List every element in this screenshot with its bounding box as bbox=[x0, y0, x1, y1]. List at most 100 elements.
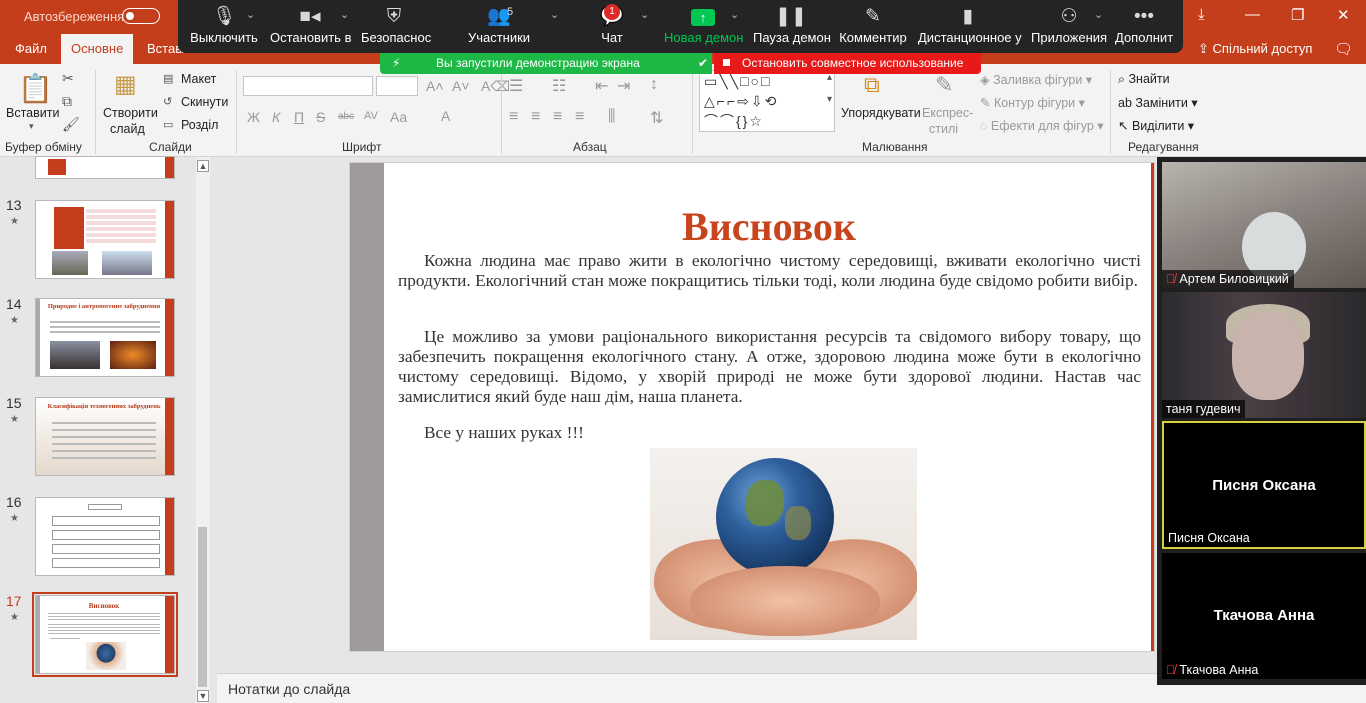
slide-title[interactable]: Висновок bbox=[384, 203, 1154, 250]
shadow-button[interactable]: S bbox=[316, 109, 325, 125]
slide-number: 16 bbox=[6, 494, 22, 510]
quick-styles-button-line2[interactable]: стилі bbox=[929, 122, 958, 136]
paste-button[interactable]: Вставити bbox=[6, 106, 59, 120]
slide-paragraph-3[interactable]: Все у наших руках !!! bbox=[398, 423, 1141, 443]
replace-button[interactable]: ab Замінити ▾ bbox=[1118, 95, 1198, 110]
bold-button[interactable]: Ж bbox=[247, 109, 260, 125]
restore-icon[interactable]: ❐ bbox=[1291, 6, 1304, 24]
participant-tile[interactable]: таня гудевич bbox=[1162, 292, 1366, 418]
security-button[interactable]: ⛨ Безопаснос bbox=[361, 4, 431, 50]
pause-share-button[interactable]: ❚❚ Пауза демон bbox=[753, 4, 831, 50]
stop-share-button[interactable]: Остановить совместное использование bbox=[714, 53, 981, 74]
scrollbar-thumb[interactable] bbox=[198, 527, 207, 687]
more-button[interactable]: ••• Дополнит bbox=[1115, 4, 1173, 50]
participant-tile-active-speaker[interactable]: Писня Оксана Писня Оксана bbox=[1162, 421, 1366, 549]
reset-button[interactable]: Скинути bbox=[181, 95, 228, 109]
outdent-icon[interactable]: ⇥ bbox=[617, 76, 630, 96]
tab-file[interactable]: Файл bbox=[15, 41, 47, 56]
copy-icon[interactable]: ⧉ bbox=[62, 93, 72, 110]
autosave-toggle[interactable] bbox=[122, 8, 160, 24]
chevron-up-icon[interactable]: ⌄ bbox=[640, 8, 649, 21]
sharing-banner-text: Вы запустили демонстрацию экрана bbox=[436, 56, 640, 70]
stop-video-button[interactable]: ■◂ Остановить в bbox=[270, 4, 351, 50]
chevron-up-icon[interactable]: ⌄ bbox=[246, 8, 255, 21]
globe-in-hands-image[interactable] bbox=[650, 448, 917, 640]
close-icon[interactable]: ✕ bbox=[1337, 6, 1350, 24]
replace-icon: ab bbox=[1118, 96, 1136, 110]
slide-thumbnail-15[interactable]: Класифікація техногенних забруднень bbox=[35, 397, 175, 476]
clear-format-icon[interactable]: A⌫ bbox=[481, 78, 510, 95]
slide-paragraph-2[interactable]: Це можливо за умови раціонального викори… bbox=[398, 327, 1141, 407]
find-button[interactable]: ⌕ Знайти bbox=[1118, 72, 1170, 87]
select-button[interactable]: ↖ Виділити ▾ bbox=[1118, 118, 1194, 133]
chat-label: Чат bbox=[601, 30, 623, 45]
layout-button[interactable]: Макет bbox=[181, 72, 216, 86]
arrange-icon[interactable]: ⧉ bbox=[864, 72, 880, 98]
font-name-combo[interactable] bbox=[243, 76, 373, 96]
quick-styles-button[interactable]: Експрес- bbox=[922, 106, 973, 120]
shape-fill-button[interactable]: ◈ Заливка фігури ▾ bbox=[980, 72, 1092, 87]
remote-control-button[interactable]: ▮ Дистанционное у bbox=[918, 4, 1022, 50]
participant-tile[interactable]: Ткачова Анна 🎙̸ Ткачова Анна bbox=[1162, 553, 1366, 679]
minimize-icon[interactable]: — bbox=[1245, 6, 1260, 23]
quick-styles-icon[interactable]: ✎ bbox=[935, 72, 953, 98]
italic-button[interactable]: К bbox=[272, 109, 280, 125]
slide-thumbnail-17[interactable]: Висновок bbox=[32, 592, 178, 677]
increase-font-icon[interactable]: A˄ bbox=[426, 78, 444, 94]
slide-thumbnail-12[interactable] bbox=[35, 156, 175, 179]
numbering-icon[interactable]: ☷ bbox=[552, 76, 566, 96]
new-slide-button[interactable]: Створити bbox=[103, 106, 158, 120]
thumbnails-scrollbar[interactable]: ▲ ▼ bbox=[196, 157, 210, 703]
ribbon-display-icon[interactable]: ⤓ bbox=[1198, 6, 1205, 23]
change-case-button[interactable]: Aa bbox=[390, 109, 407, 125]
chevron-up-icon[interactable]: ⌄ bbox=[550, 8, 559, 21]
columns-icon[interactable]: ⫼ bbox=[608, 108, 615, 126]
align-center-icon[interactable]: ≡ bbox=[531, 108, 540, 126]
shape-outline-button[interactable]: ✎ Контур фігури ▾ bbox=[980, 95, 1085, 110]
slide-thumbnail-13[interactable] bbox=[35, 200, 175, 279]
chevron-up-icon[interactable]: ⌄ bbox=[1094, 8, 1103, 21]
spacing-icon[interactable]: AV bbox=[364, 110, 378, 122]
slide-thumbnail-14[interactable]: Природне і антропогенне забруднення bbox=[35, 298, 175, 377]
remote-control-mouse-icon: ▮ bbox=[962, 6, 974, 27]
share-button[interactable]: ⇪ Спільний доступ bbox=[1198, 41, 1312, 57]
transition-star-icon: ★ bbox=[10, 414, 19, 425]
chat-button[interactable]: 💬1Чат bbox=[592, 4, 632, 50]
new-slide-icon[interactable]: ▦ bbox=[114, 70, 137, 99]
annotate-button[interactable]: ✎ Комментир bbox=[839, 4, 907, 50]
shapes-scroll-down-icon[interactable]: ▾ bbox=[827, 94, 832, 105]
tab-home[interactable]: Основне bbox=[61, 34, 134, 64]
sharing-banner[interactable]: ⚡ Вы запустили демонстрацию экрана ✔ bbox=[380, 53, 712, 74]
paste-icon[interactable]: 📋 bbox=[18, 72, 53, 105]
section-button[interactable]: Розділ bbox=[181, 118, 218, 132]
cut-icon[interactable]: ✂ bbox=[62, 70, 74, 87]
decrease-font-icon[interactable]: A˅ bbox=[452, 78, 470, 94]
shape-effects-button[interactable]: ◌ Ефекти для фігур ▾ bbox=[980, 118, 1104, 133]
format-painter-icon[interactable]: 🖌 bbox=[62, 116, 80, 133]
text-direction-icon[interactable]: ⇅ bbox=[650, 108, 663, 128]
font-size-combo[interactable] bbox=[376, 76, 418, 96]
current-slide[interactable]: Висновок Кожна людина має право жити в е… bbox=[349, 162, 1155, 652]
justify-icon[interactable]: ≡ bbox=[575, 108, 584, 126]
align-right-icon[interactable]: ≡ bbox=[553, 108, 562, 126]
strikethrough-button[interactable]: abc bbox=[338, 111, 354, 122]
paste-dropdown-icon[interactable]: ▾ bbox=[29, 121, 34, 132]
indent-icon[interactable]: ⇤ bbox=[595, 76, 608, 96]
new-slide-button-line2[interactable]: слайд bbox=[110, 122, 145, 136]
scroll-up-icon[interactable]: ▲ bbox=[197, 160, 209, 172]
font-color-icon[interactable]: A bbox=[441, 108, 450, 124]
scroll-down-icon[interactable]: ▼ bbox=[197, 690, 209, 702]
line-spacing-icon[interactable]: ↕ bbox=[650, 76, 658, 94]
shapes-gallery[interactable]: ▭╲╲□○□ △⌐⌐⇨⇩⟲ ⌒⌒{}☆ bbox=[699, 70, 835, 132]
participant-tile[interactable]: 🎙̸ Артем Биловицкий bbox=[1162, 162, 1366, 288]
slide-thumbnail-16[interactable] bbox=[35, 497, 175, 576]
align-left-icon[interactable]: ≡ bbox=[509, 108, 518, 126]
slide-paragraph-1[interactable]: Кожна людина має право жити в екологічно… bbox=[398, 251, 1141, 291]
participants-button[interactable]: 👥 5 Участники bbox=[467, 4, 531, 50]
underline-button[interactable]: П bbox=[294, 109, 304, 125]
bullets-icon[interactable]: ☰ bbox=[509, 76, 523, 96]
comments-icon[interactable]: 🗨 bbox=[1334, 40, 1353, 58]
chevron-up-icon[interactable]: ⌄ bbox=[340, 8, 349, 21]
arrange-button[interactable]: Упорядкувати bbox=[841, 106, 921, 120]
chevron-up-icon[interactable]: ⌄ bbox=[730, 8, 739, 21]
